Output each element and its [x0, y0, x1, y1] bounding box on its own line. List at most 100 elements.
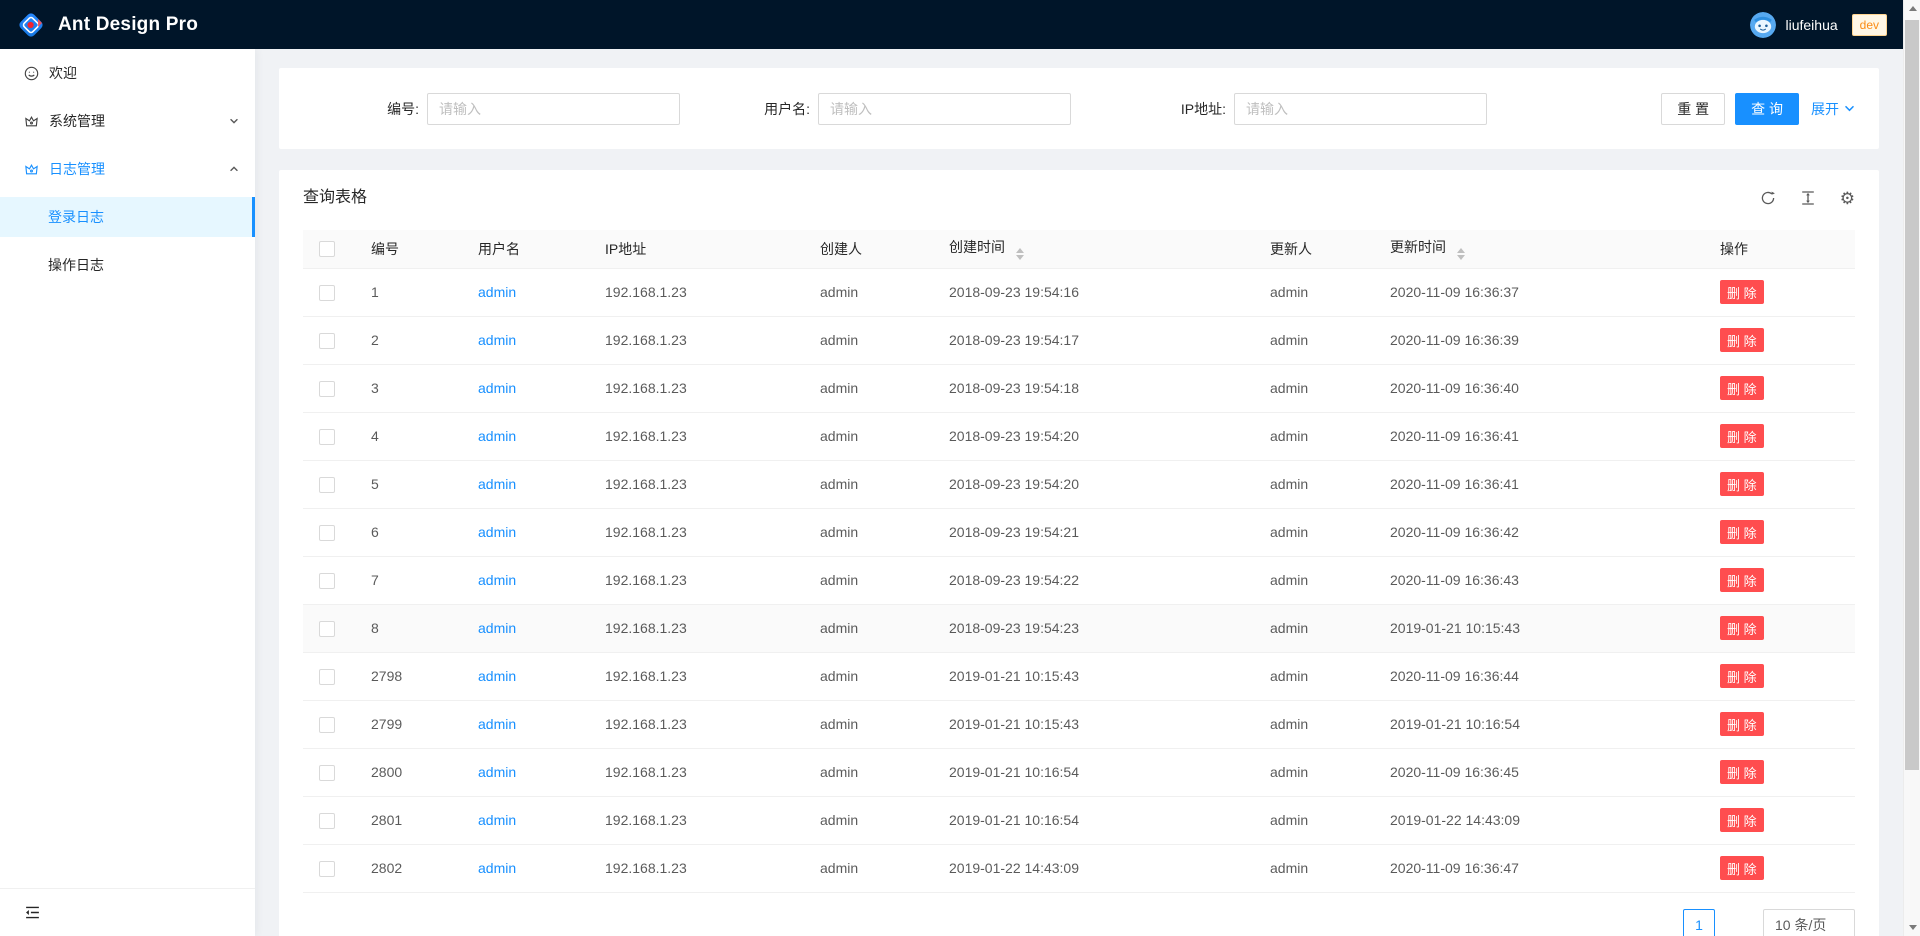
- logo[interactable]: Ant Design Pro: [16, 10, 198, 40]
- next-page-button[interactable]: [1723, 909, 1755, 936]
- sidebar-item-welcome[interactable]: 欢迎: [0, 53, 255, 93]
- table-header-row: 编号 用户名 IP地址 创建人 创建时间 更新人 更新时间 操作: [303, 230, 1855, 268]
- row-checkbox[interactable]: [319, 765, 335, 781]
- page-size-value: 10 条/页: [1775, 915, 1826, 935]
- query-button[interactable]: 查 询: [1735, 93, 1799, 125]
- row-checkbox[interactable]: [319, 573, 335, 589]
- delete-button[interactable]: 删 除: [1720, 376, 1764, 400]
- scroll-down-arrow[interactable]: [1904, 919, 1920, 936]
- row-checkbox[interactable]: [319, 381, 335, 397]
- delete-button[interactable]: 删 除: [1720, 280, 1764, 304]
- delete-button[interactable]: 删 除: [1720, 568, 1764, 592]
- cell-creator: admin: [804, 364, 933, 412]
- username-link[interactable]: admin: [478, 812, 516, 828]
- username-input[interactable]: [818, 93, 1071, 125]
- cell-id: 4: [355, 412, 462, 460]
- pagination: 1 10 条/页: [303, 909, 1855, 936]
- cell-id: 1: [355, 268, 462, 316]
- username-link[interactable]: admin: [478, 764, 516, 780]
- table-row: 2801 admin 192.168.1.23 admin 2019-01-21…: [303, 796, 1855, 844]
- scroll-up-arrow[interactable]: [1904, 0, 1920, 17]
- username-link[interactable]: admin: [478, 332, 516, 348]
- top-header: Ant Design Pro liufeihua dev: [0, 0, 1903, 49]
- page-1-button[interactable]: 1: [1683, 909, 1715, 936]
- form-item-ip: IP地址:: [1071, 93, 1487, 125]
- row-checkbox[interactable]: [319, 669, 335, 685]
- row-checkbox[interactable]: [319, 717, 335, 733]
- cell-created-time: 2019-01-21 10:16:54: [933, 796, 1254, 844]
- delete-button[interactable]: 删 除: [1720, 760, 1764, 784]
- username-link[interactable]: admin: [478, 620, 516, 636]
- cell-creator: admin: [804, 268, 933, 316]
- username-link[interactable]: admin: [478, 284, 516, 300]
- sidebar-item-label: 系统管理: [49, 111, 105, 131]
- delete-button[interactable]: 删 除: [1720, 616, 1764, 640]
- row-checkbox[interactable]: [319, 813, 335, 829]
- expand-link-label: 展开: [1811, 99, 1839, 119]
- username-link[interactable]: admin: [478, 572, 516, 588]
- column-header-updated[interactable]: 更新时间: [1374, 230, 1704, 268]
- select-all-checkbox[interactable]: [319, 241, 335, 257]
- ip-input[interactable]: [1234, 93, 1487, 125]
- username-field-label: 用户名:: [680, 99, 818, 119]
- delete-button[interactable]: 删 除: [1720, 808, 1764, 832]
- column-height-icon[interactable]: [1800, 190, 1816, 206]
- user-area: liufeihua dev: [1750, 12, 1887, 38]
- row-checkbox[interactable]: [319, 429, 335, 445]
- delete-button[interactable]: 删 除: [1720, 424, 1764, 448]
- row-checkbox[interactable]: [319, 621, 335, 637]
- page-size-select[interactable]: 10 条/页: [1763, 909, 1855, 936]
- delete-button[interactable]: 删 除: [1720, 712, 1764, 736]
- cell-creator: admin: [804, 700, 933, 748]
- table-toolbar: ⚙: [1760, 190, 1855, 207]
- username-link[interactable]: admin: [478, 716, 516, 732]
- cell-ip: 192.168.1.23: [589, 796, 804, 844]
- row-checkbox[interactable]: [319, 285, 335, 301]
- username-link[interactable]: admin: [478, 668, 516, 684]
- sidebar-item-system-management[interactable]: 系统管理: [0, 101, 255, 141]
- menu-fold-icon[interactable]: [24, 904, 41, 921]
- row-checkbox[interactable]: [319, 525, 335, 541]
- delete-button[interactable]: 删 除: [1720, 520, 1764, 544]
- sidebar-item-operation-log[interactable]: 操作日志: [0, 245, 255, 285]
- row-checkbox[interactable]: [319, 477, 335, 493]
- username-link[interactable]: admin: [478, 476, 516, 492]
- window-scrollbar[interactable]: [1903, 0, 1920, 936]
- cell-updated-time: 2020-11-09 16:36:41: [1374, 460, 1704, 508]
- username[interactable]: liufeihua: [1785, 17, 1837, 33]
- expand-link[interactable]: 展开: [1811, 99, 1855, 119]
- cell-updater: admin: [1254, 316, 1374, 364]
- cell-updater: admin: [1254, 412, 1374, 460]
- username-link[interactable]: admin: [478, 524, 516, 540]
- avatar[interactable]: [1750, 12, 1776, 38]
- cell-updater: admin: [1254, 652, 1374, 700]
- username-link[interactable]: admin: [478, 380, 516, 396]
- column-header-created[interactable]: 创建时间: [933, 230, 1254, 268]
- id-input[interactable]: [427, 93, 680, 125]
- reload-icon[interactable]: [1760, 190, 1776, 206]
- delete-button[interactable]: 删 除: [1720, 856, 1764, 880]
- delete-button[interactable]: 删 除: [1720, 664, 1764, 688]
- table-row: 8 admin 192.168.1.23 admin 2018-09-23 19…: [303, 604, 1855, 652]
- sidebar-item-log-management[interactable]: 日志管理: [0, 149, 255, 189]
- cell-creator: admin: [804, 844, 933, 892]
- table-body: 1 admin 192.168.1.23 admin 2018-09-23 19…: [303, 268, 1855, 892]
- table-row: 3 admin 192.168.1.23 admin 2018-09-23 19…: [303, 364, 1855, 412]
- cell-updated-time: 2020-11-09 16:36:44: [1374, 652, 1704, 700]
- crown-icon: [24, 114, 39, 129]
- delete-button[interactable]: 删 除: [1720, 328, 1764, 352]
- username-link[interactable]: admin: [478, 860, 516, 876]
- row-checkbox[interactable]: [319, 861, 335, 877]
- sorter-icon[interactable]: [1457, 248, 1465, 260]
- cell-created-time: 2018-09-23 19:54:18: [933, 364, 1254, 412]
- reset-button[interactable]: 重 置: [1661, 93, 1725, 125]
- setting-icon[interactable]: ⚙: [1840, 190, 1855, 207]
- scrollbar-thumb[interactable]: [1905, 20, 1919, 770]
- row-checkbox[interactable]: [319, 333, 335, 349]
- sorter-icon[interactable]: [1016, 248, 1024, 260]
- delete-button[interactable]: 删 除: [1720, 472, 1764, 496]
- username-link[interactable]: admin: [478, 428, 516, 444]
- cell-updated-time: 2020-11-09 16:36:42: [1374, 508, 1704, 556]
- sidebar-item-login-log[interactable]: 登录日志: [0, 197, 255, 237]
- prev-page-button[interactable]: [1643, 909, 1675, 936]
